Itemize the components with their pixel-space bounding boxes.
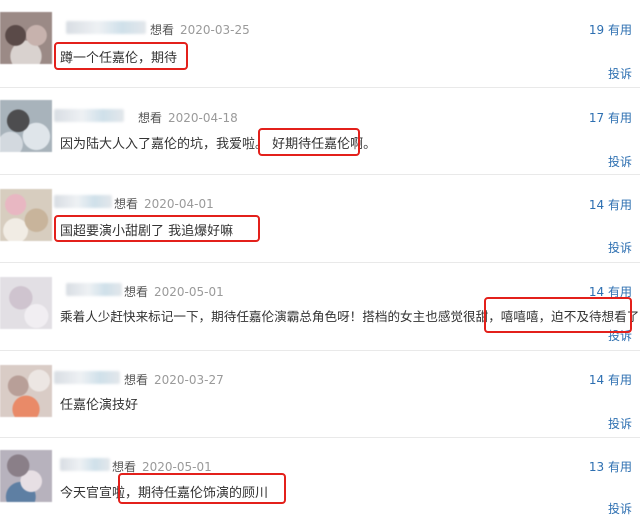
rating-status: 想看 [150, 23, 175, 37]
comment-item: 想看 2020-03-27 任嘉伦演技好 14 有用 投诉 [0, 351, 640, 437]
report-link[interactable]: 投诉 [608, 415, 632, 432]
useful-label: 有用 [607, 460, 632, 474]
comment-date: 2020-04-18 [168, 111, 238, 125]
username-blurred[interactable] [66, 283, 122, 296]
username-blurred[interactable] [60, 458, 110, 471]
rating-status: 想看 [112, 460, 137, 474]
comment-date: 2020-03-25 [180, 23, 250, 37]
report-link[interactable]: 投诉 [608, 239, 632, 256]
user-avatar[interactable] [0, 277, 52, 329]
user-avatar[interactable] [0, 450, 52, 502]
comment-item: 想看 2020-04-01 国超要演小甜剧了 我追爆好嘛 14 有用 投诉 [0, 175, 640, 261]
highlight-box [484, 297, 632, 333]
comment-date: 2020-03-27 [154, 373, 224, 387]
useful-count: 13 [588, 460, 605, 474]
comment-meta: 想看 2020-03-27 [124, 371, 224, 388]
rating-status: 想看 [124, 373, 149, 387]
username-blurred[interactable] [54, 195, 112, 208]
user-avatar[interactable] [0, 189, 52, 241]
username-blurred[interactable] [66, 21, 146, 34]
rating-status: 想看 [114, 197, 139, 211]
comment-item: 想看 2020-05-01 今天官宣啦，期待任嘉伦饰演的顾川 13 有用 投诉 [0, 438, 640, 524]
useful-label: 有用 [607, 373, 632, 387]
comment-meta: 想看 2020-04-01 [114, 195, 214, 212]
useful-button[interactable]: 14 有用 [589, 196, 632, 213]
user-avatar[interactable] [0, 12, 52, 64]
comment-meta: 想看 2020-03-25 [150, 21, 250, 38]
comment-item: 想看 2020-05-01 乘着人少赶快来标记一下，期待任嘉伦演霸总角色呀！搭档的… [0, 263, 640, 349]
useful-count: 17 [588, 111, 605, 125]
rating-status: 想看 [124, 285, 149, 299]
highlight-box [54, 215, 260, 242]
rating-status: 想看 [138, 111, 163, 125]
useful-button[interactable]: 14 有用 [589, 371, 632, 388]
highlight-box [258, 128, 360, 156]
comment-item: 想看 2020-04-18 因为陆大人入了嘉伦的坑，我爱啦。 好期待任嘉伦啊。 1… [0, 88, 640, 174]
useful-label: 有用 [607, 198, 632, 212]
comment-item: 想看 2020-03-25 蹲一个任嘉伦，期待 19 有用 投诉 [0, 0, 640, 86]
useful-count: 14 [588, 373, 605, 387]
report-link[interactable]: 投诉 [608, 500, 632, 517]
highlight-box [54, 42, 188, 70]
useful-label: 有用 [607, 111, 632, 125]
useful-button[interactable]: 17 有用 [589, 109, 632, 126]
comment-date: 2020-05-01 [154, 285, 224, 299]
user-avatar[interactable] [0, 100, 52, 152]
highlight-box [118, 473, 286, 504]
useful-label: 有用 [607, 23, 632, 37]
useful-count: 14 [588, 198, 605, 212]
report-link[interactable]: 投诉 [608, 153, 632, 170]
comment-date: 2020-04-01 [144, 197, 214, 211]
username-blurred[interactable] [54, 371, 120, 384]
useful-button[interactable]: 13 有用 [589, 458, 632, 475]
comment-meta: 想看 2020-05-01 [124, 283, 224, 300]
useful-button[interactable]: 19 有用 [589, 21, 632, 38]
user-avatar[interactable] [0, 365, 52, 417]
report-link[interactable]: 投诉 [608, 65, 632, 82]
comment-text: 任嘉伦演技好 [60, 398, 139, 413]
useful-count: 19 [588, 23, 605, 37]
comment-meta: 想看 2020-04-18 [138, 109, 238, 126]
comment-date: 2020-05-01 [142, 460, 212, 474]
username-blurred[interactable] [54, 109, 124, 122]
